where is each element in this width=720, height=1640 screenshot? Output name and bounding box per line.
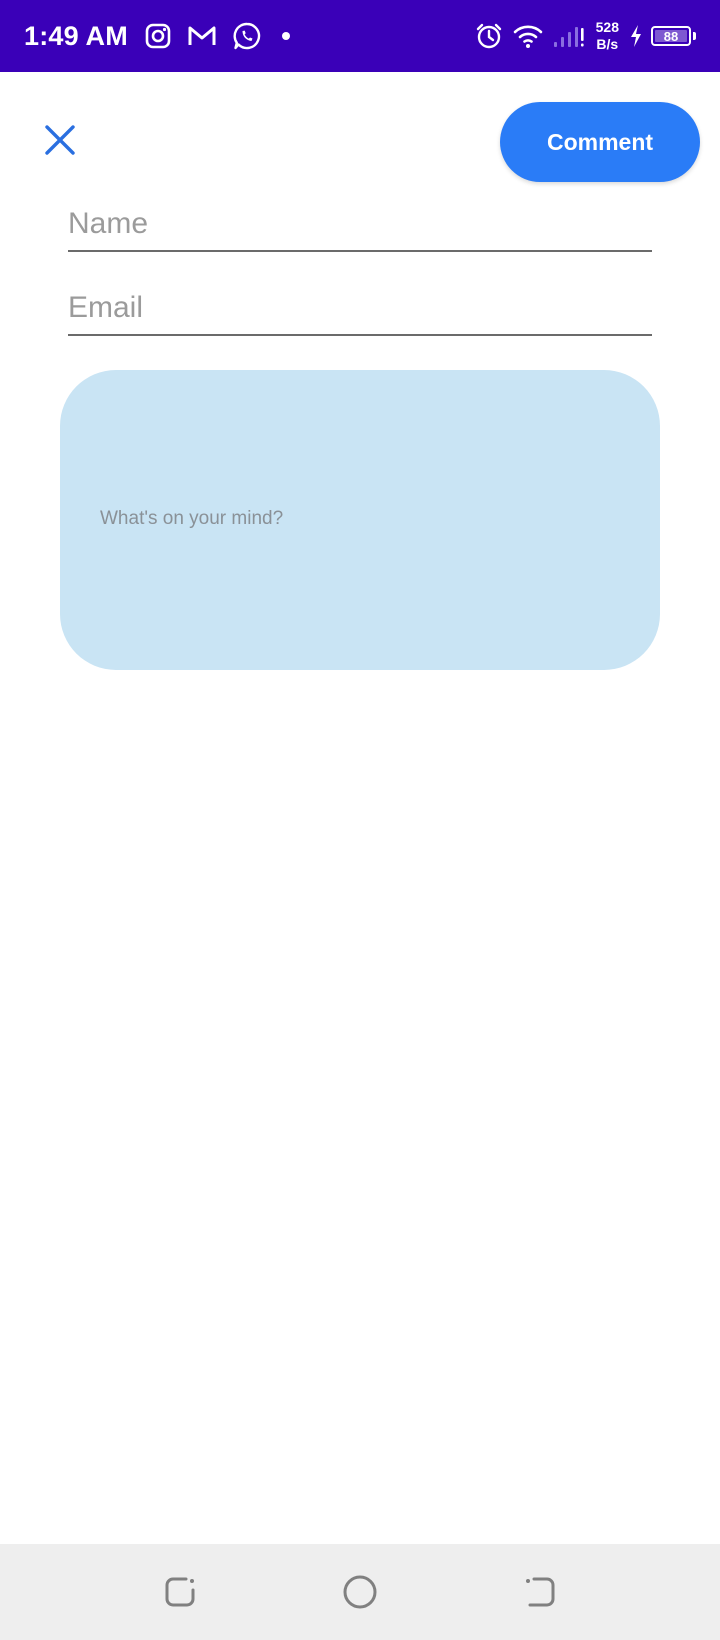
wifi-icon xyxy=(512,22,544,50)
close-button[interactable] xyxy=(38,118,82,162)
battery-icon: 88 xyxy=(651,26,691,46)
recent-apps-button[interactable] xyxy=(156,1568,204,1616)
back-icon xyxy=(526,1577,555,1607)
status-right-group: 528 B/s 88 xyxy=(474,0,696,72)
recent-apps-icon xyxy=(165,1577,195,1607)
charging-icon xyxy=(629,24,643,48)
whatsapp-icon xyxy=(232,21,262,51)
gmail-icon xyxy=(186,22,218,50)
dot-icon xyxy=(276,26,296,46)
name-field[interactable] xyxy=(68,198,652,252)
status-left-group: 1:49 AM xyxy=(24,0,296,72)
back-button[interactable] xyxy=(516,1568,564,1616)
status-time: 1:49 AM xyxy=(24,20,128,51)
signal-icon xyxy=(552,22,586,50)
status-bar: 1:49 AM 528 B/s 88 xyxy=(0,0,720,72)
net-speed-value: 528 xyxy=(595,19,619,35)
battery-level: 88 xyxy=(663,28,679,44)
email-field[interactable] xyxy=(68,282,652,336)
alarm-icon xyxy=(474,21,504,51)
battery-cap xyxy=(693,32,696,40)
net-speed-unit: B/s xyxy=(596,36,619,52)
navigation-bar xyxy=(0,1544,720,1640)
instagram-icon xyxy=(144,22,172,50)
home-button[interactable] xyxy=(336,1568,384,1616)
message-input[interactable] xyxy=(60,370,660,670)
close-icon xyxy=(45,125,75,155)
home-icon xyxy=(343,1575,377,1609)
net-speed: 528 B/s xyxy=(596,19,619,53)
comment-button[interactable]: Comment xyxy=(500,102,700,182)
